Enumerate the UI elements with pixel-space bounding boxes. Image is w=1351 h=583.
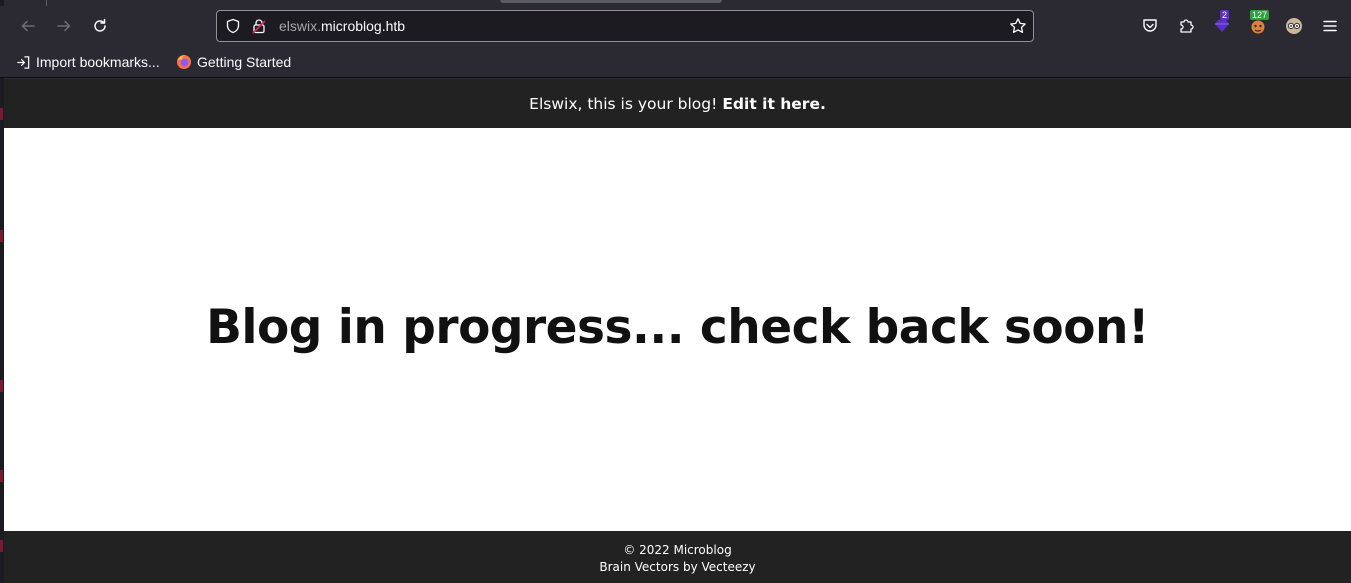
active-tab[interactable] [500,0,722,3]
desktop-edge-mark [0,470,3,482]
extensions-button[interactable] [1176,16,1196,36]
bookmark-getting-started-label: Getting Started [197,54,292,70]
page-hero-heading: Blog in progress... check back soon! [206,300,1149,355]
tracking-protection-shield-icon[interactable] [225,18,241,34]
url-subdomain: elswix. [279,18,322,34]
import-icon [17,55,30,69]
firefox-icon [177,55,191,69]
page-viewport: Elswix, this is your blog! Edit it here.… [4,79,1351,583]
forward-button[interactable] [48,10,80,42]
back-arrow-icon [21,20,35,32]
footer-copyright: © 2022 Microblog [623,543,732,557]
address-bar[interactable]: elswix.microblog.htb [216,10,1034,42]
desktop-edge-mark [0,380,3,392]
bookmark-star-icon[interactable] [1009,17,1027,35]
desktop-edge-mark [0,108,3,120]
insecure-lock-icon[interactable] [251,18,267,34]
extension-glasses-button[interactable] [1284,16,1304,36]
navigation-toolbar: elswix.microblog.htb 2 127 [0,6,1351,46]
footer-credit: Brain Vectors by Vecteezy [599,560,756,574]
desktop-edge-mark [0,230,3,242]
url-text[interactable]: elswix.microblog.htb [279,18,405,34]
bookmarks-toolbar: Import bookmarks... Getting Started [0,46,1351,78]
page-header-banner: Elswix, this is your blog! Edit it here. [4,79,1351,128]
url-domain: microblog.htb [321,18,406,34]
desktop-edge-mark [0,540,3,552]
back-button[interactable] [12,10,44,42]
hamburger-menu-icon [1323,20,1337,32]
extension-fox-button[interactable]: 127 [1248,10,1270,36]
pocket-icon [1143,19,1157,32]
app-menu-button[interactable] [1320,16,1340,36]
pocket-button[interactable] [1140,16,1160,36]
bookmark-import[interactable]: Import bookmarks... [16,54,160,70]
page-footer: © 2022 Microblog Brain Vectors by Vectee… [4,531,1351,583]
reload-icon [94,18,106,32]
bookmark-import-label: Import bookmarks... [36,54,160,70]
bookmark-getting-started[interactable]: Getting Started [176,54,291,70]
reload-button[interactable] [84,10,116,42]
header-text: Elswix, this is your blog! [529,94,718,113]
extensions-puzzle-icon [1180,19,1194,33]
extension-badge: 127 [1250,10,1270,20]
extension-purple-button[interactable]: 2 [1212,10,1232,36]
forward-arrow-icon [57,20,71,32]
edit-blog-link[interactable]: Edit it here. [722,95,826,113]
extension-badge: 2 [1220,10,1230,20]
glasses-extension-icon [1286,18,1302,34]
